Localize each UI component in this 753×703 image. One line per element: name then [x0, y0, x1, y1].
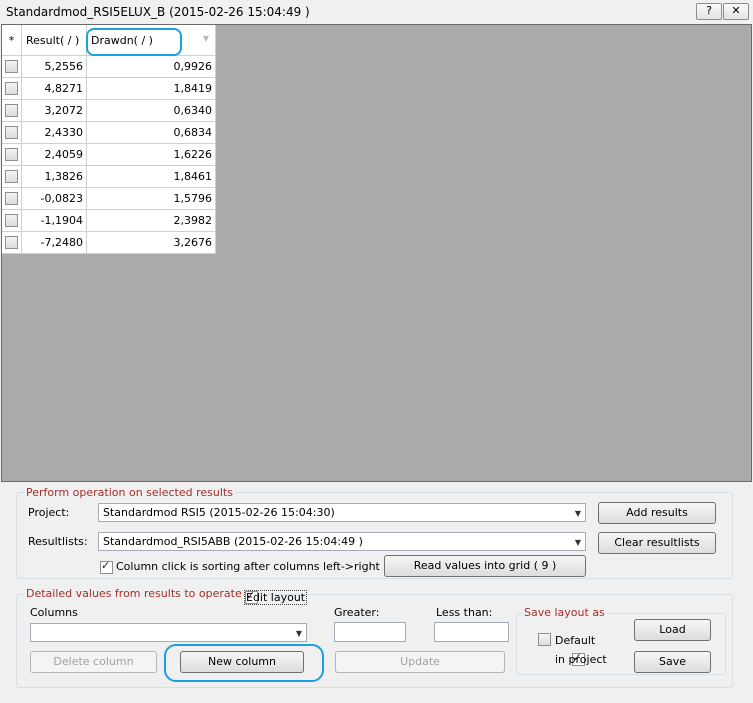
result-cell[interactable]: 3,2072 — [21, 99, 87, 122]
default-checkbox[interactable] — [538, 633, 551, 646]
project-label: Project: — [28, 506, 70, 519]
table-row[interactable]: -0,0823 1,5796 — [2, 187, 216, 210]
row-select-cell — [2, 231, 22, 254]
sort-columns-checkbox[interactable] — [100, 559, 113, 574]
greater-label: Greater: — [334, 606, 380, 619]
default-label: Default — [555, 634, 596, 647]
results-grid: * Result( / ) Drawdn( / ) ▼ 5,2556 0,9926… — [2, 25, 216, 254]
edit-layout-label: Edit layout — [244, 590, 308, 605]
clear-resultlists-button[interactable]: Clear resultlists — [598, 532, 716, 554]
save-button[interactable]: Save — [634, 651, 711, 673]
result-cell[interactable]: -7,2480 — [21, 231, 87, 254]
select-all-header[interactable]: * — [2, 25, 22, 56]
result-cell[interactable]: 1,3826 — [21, 165, 87, 188]
result-cell[interactable]: -1,1904 — [21, 209, 87, 232]
table-row[interactable]: 1,3826 1,8461 — [2, 165, 216, 188]
title-bar: Standardmod_RSI5ELUX_B (2015-02-26 15:04… — [0, 0, 753, 24]
column-header-result[interactable]: Result( / ) — [21, 25, 87, 56]
sort-arrow-icon: ▼ — [202, 34, 209, 43]
row-select-cell — [2, 187, 22, 210]
result-cell[interactable]: 2,4330 — [21, 121, 87, 144]
row-select-cell — [2, 121, 22, 144]
row-checkbox[interactable] — [5, 214, 18, 228]
delete-column-button[interactable]: Delete column — [30, 651, 157, 673]
update-button[interactable]: Update — [335, 651, 505, 673]
row-select-cell — [2, 143, 22, 166]
row-checkbox[interactable] — [5, 104, 18, 118]
results-grid-area: * Result( / ) Drawdn( / ) ▼ 5,2556 0,9926… — [1, 24, 752, 482]
window-title: Standardmod_RSI5ELUX_B (2015-02-26 15:04… — [6, 5, 310, 19]
less-than-label: Less than: — [436, 606, 493, 619]
row-select-cell — [2, 165, 22, 188]
close-button[interactable]: ✕ — [723, 3, 749, 20]
table-row[interactable]: -1,1904 2,3982 — [2, 209, 216, 232]
drawdn-cell[interactable]: 3,2676 — [86, 231, 216, 254]
table-row[interactable]: 5,2556 0,9926 — [2, 55, 216, 78]
drawdn-cell[interactable]: 0,6834 — [86, 121, 216, 144]
row-select-cell — [2, 77, 22, 100]
row-checkbox[interactable] — [5, 148, 18, 162]
row-checkbox[interactable] — [5, 126, 18, 140]
table-row[interactable]: 2,4059 1,6226 — [2, 143, 216, 166]
drawdn-cell[interactable]: 1,5796 — [86, 187, 216, 210]
perform-operation-label: Perform operation on selected results — [24, 486, 235, 499]
chevron-down-icon: ▼ — [574, 538, 581, 547]
result-cell[interactable]: 2,4059 — [21, 143, 87, 166]
drawdn-cell[interactable]: 1,8461 — [86, 165, 216, 188]
drawdn-header-highlight — [86, 28, 182, 56]
result-cell[interactable]: -0,0823 — [21, 187, 87, 210]
row-select-cell — [2, 99, 22, 122]
row-checkbox[interactable] — [5, 82, 18, 96]
result-cell[interactable]: 4,8271 — [21, 77, 87, 100]
row-checkbox[interactable] — [5, 236, 18, 250]
drawdn-cell[interactable]: 0,9926 — [86, 55, 216, 78]
help-button[interactable]: ? — [696, 3, 722, 20]
new-column-highlight — [164, 644, 324, 682]
sort-columns-label: Column click is sorting after columns le… — [116, 560, 380, 573]
save-layout-label: Save layout as — [522, 606, 607, 619]
resultlists-label: Resultlists: — [28, 535, 88, 548]
table-row[interactable]: 3,2072 0,6340 — [2, 99, 216, 122]
detailed-values-label: Detailed values from results to operate … — [24, 587, 261, 600]
row-select-cell — [2, 55, 22, 78]
load-button[interactable]: Load — [634, 619, 711, 641]
less-than-input[interactable] — [434, 622, 509, 642]
chevron-down-icon: ▼ — [574, 509, 581, 518]
table-row[interactable]: 2,4330 0,6834 — [2, 121, 216, 144]
table-row[interactable]: -7,2480 3,2676 — [2, 231, 216, 254]
drawdn-cell[interactable]: 1,6226 — [86, 143, 216, 166]
project-combo[interactable]: Standardmod RSI5 (2015-02-26 15:04:30) ▼ — [98, 503, 586, 522]
in-project-label: in project — [555, 653, 607, 666]
drawdn-cell[interactable]: 1,8419 — [86, 77, 216, 100]
chevron-down-icon: ▼ — [295, 629, 302, 638]
add-results-button[interactable]: Add results — [598, 502, 716, 524]
result-cell[interactable]: 5,2556 — [21, 55, 87, 78]
columns-combo[interactable]: ▼ — [30, 623, 307, 642]
columns-label: Columns — [30, 606, 78, 619]
read-values-button[interactable]: Read values into grid ( 9 ) — [384, 555, 586, 577]
drawdn-cell[interactable]: 2,3982 — [86, 209, 216, 232]
row-checkbox[interactable] — [5, 192, 18, 206]
drawdn-cell[interactable]: 0,6340 — [86, 99, 216, 122]
greater-input[interactable] — [334, 622, 406, 642]
row-checkbox[interactable] — [5, 60, 18, 74]
project-combo-value: Standardmod RSI5 (2015-02-26 15:04:30) — [103, 506, 335, 519]
row-select-cell — [2, 209, 22, 232]
resultlists-combo[interactable]: Standardmod_RSI5ABB (2015-02-26 15:04:49… — [98, 532, 586, 551]
resultlists-combo-value: Standardmod_RSI5ABB (2015-02-26 15:04:49… — [103, 535, 363, 548]
table-row[interactable]: 4,8271 1,8419 — [2, 77, 216, 100]
row-checkbox[interactable] — [5, 170, 18, 184]
